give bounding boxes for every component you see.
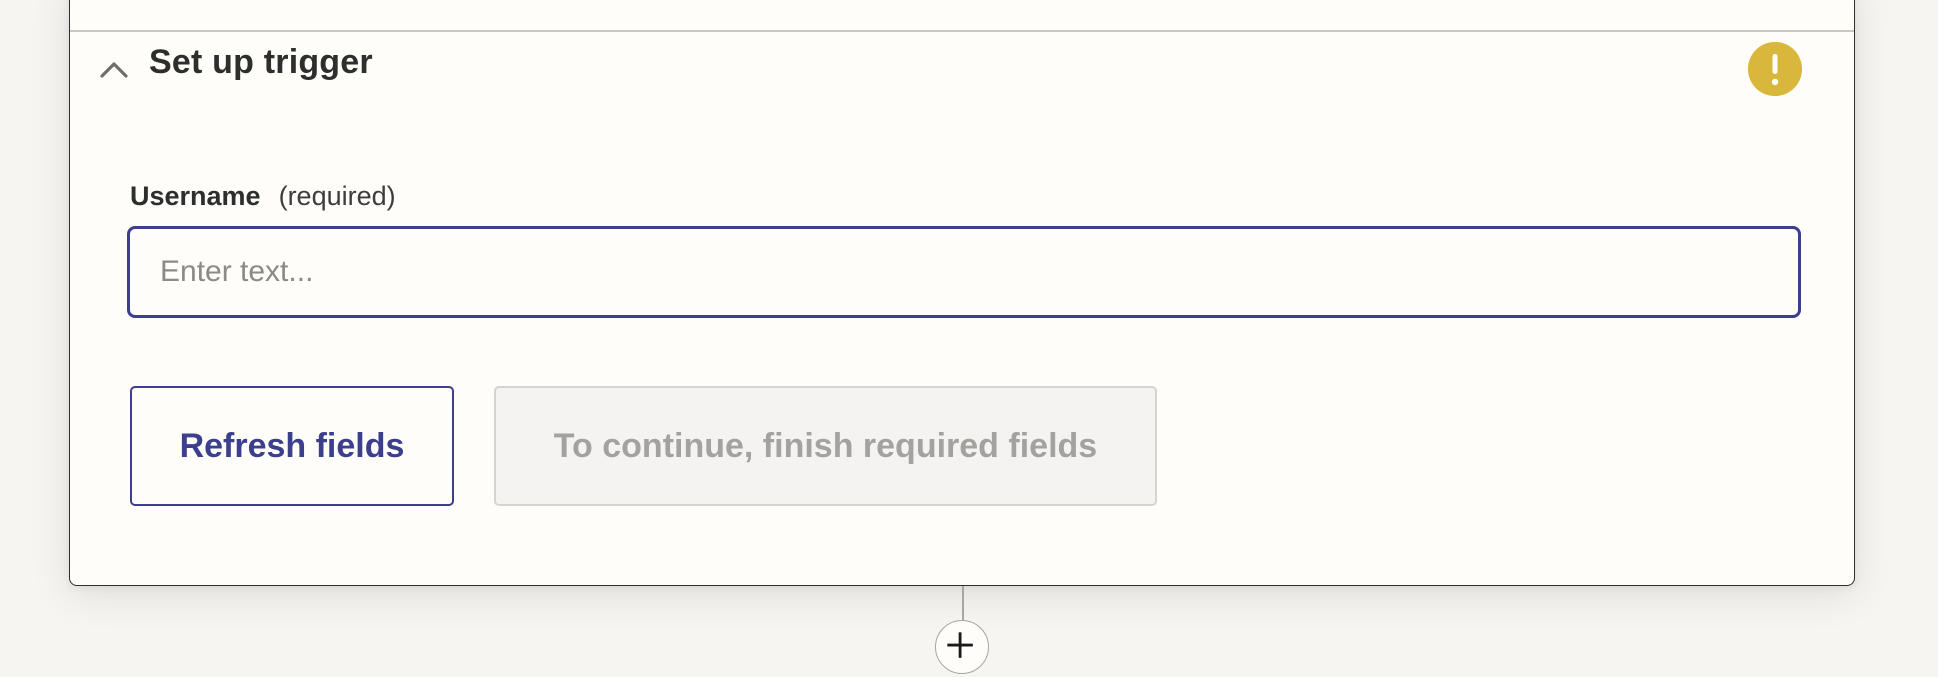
exclamation-warning-icon (1748, 42, 1802, 96)
username-label: Username (130, 181, 261, 211)
trigger-section-header[interactable]: Set up trigger (70, 32, 1854, 122)
step-connector (962, 586, 964, 622)
required-indicator: (required) (278, 181, 396, 211)
chevron-up-icon[interactable] (99, 58, 129, 80)
plus-icon (947, 632, 973, 658)
continue-button: To continue, finish required fields (494, 386, 1157, 506)
add-step-button[interactable] (935, 620, 989, 674)
step-card: Set up trigger Username (required) Refres… (69, 0, 1855, 586)
username-label-row: Username (required) (130, 181, 396, 212)
username-input[interactable] (127, 226, 1801, 318)
section-title: Set up trigger (149, 43, 373, 81)
refresh-fields-button[interactable]: Refresh fields (130, 386, 454, 506)
